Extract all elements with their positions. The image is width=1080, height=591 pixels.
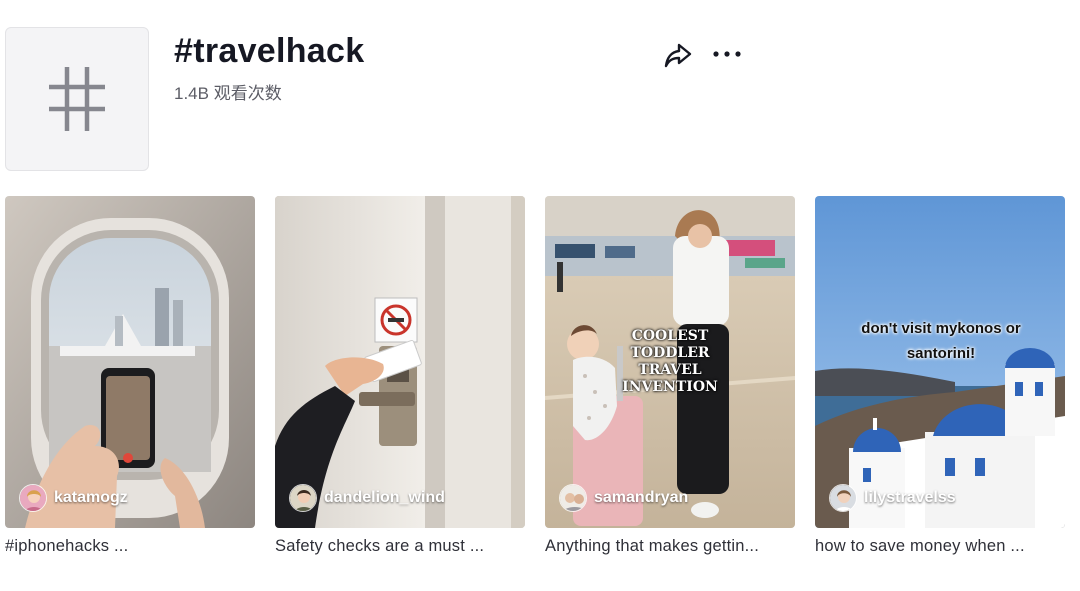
video-author[interactable]: samandryan <box>559 484 688 512</box>
video-caption[interactable]: #iphonehacks ... <box>5 537 255 556</box>
username: dandelion_wind <box>324 489 445 506</box>
hashtag-header: #travelhack 1.4B 观看次数 <box>0 0 1080 196</box>
view-count: 1.4B 观看次数 <box>174 84 282 103</box>
video-overlay-text: COOLEST TODDLER TRAVEL INVENTION <box>622 328 718 395</box>
video-card[interactable]: don't visit mykonos or santorini! lilyst… <box>815 196 1065 556</box>
avatar <box>19 484 47 512</box>
share-arrow-icon <box>664 43 692 68</box>
video-thumbnail[interactable]: katamogz <box>5 196 255 528</box>
video-card[interactable]: COOLEST TODDLER TRAVEL INVENTION samandr… <box>545 196 795 556</box>
more-options-button[interactable] <box>712 41 742 69</box>
video-caption[interactable]: how to save money when ... <box>815 537 1065 556</box>
video-overlay-text: don't visit mykonos or santorini! <box>861 320 1021 362</box>
hotel-door-image <box>275 196 525 528</box>
avatar <box>829 484 857 512</box>
username: lilystravelss <box>864 489 956 506</box>
video-grid: katamogz #iphonehacks ... dandelion_wind… <box>5 196 1065 556</box>
avatar <box>559 484 587 512</box>
video-caption[interactable]: Safety checks are a must ... <box>275 537 525 556</box>
video-thumbnail[interactable]: dandelion_wind <box>275 196 525 528</box>
username: katamogz <box>54 489 128 506</box>
avatar <box>289 484 317 512</box>
video-author[interactable]: lilystravelss <box>829 484 956 512</box>
more-dots-icon <box>713 51 741 57</box>
video-author[interactable]: katamogz <box>19 484 128 512</box>
hashtag-icon <box>49 67 105 131</box>
video-thumbnail[interactable]: don't visit mykonos or santorini! lilyst… <box>815 196 1065 528</box>
video-caption[interactable]: Anything that makes gettin... <box>545 537 795 556</box>
video-author[interactable]: dandelion_wind <box>289 484 445 512</box>
video-card[interactable]: dandelion_wind Safety checks are a must … <box>275 196 525 556</box>
hashtag-avatar <box>5 27 149 171</box>
page-title: #travelhack <box>174 32 365 70</box>
username: samandryan <box>594 489 689 506</box>
video-thumbnail[interactable]: COOLEST TODDLER TRAVEL INVENTION samandr… <box>545 196 795 528</box>
video-card[interactable]: katamogz #iphonehacks ... <box>5 196 255 556</box>
airplane-window-image <box>5 196 255 528</box>
share-button[interactable] <box>664 41 692 69</box>
